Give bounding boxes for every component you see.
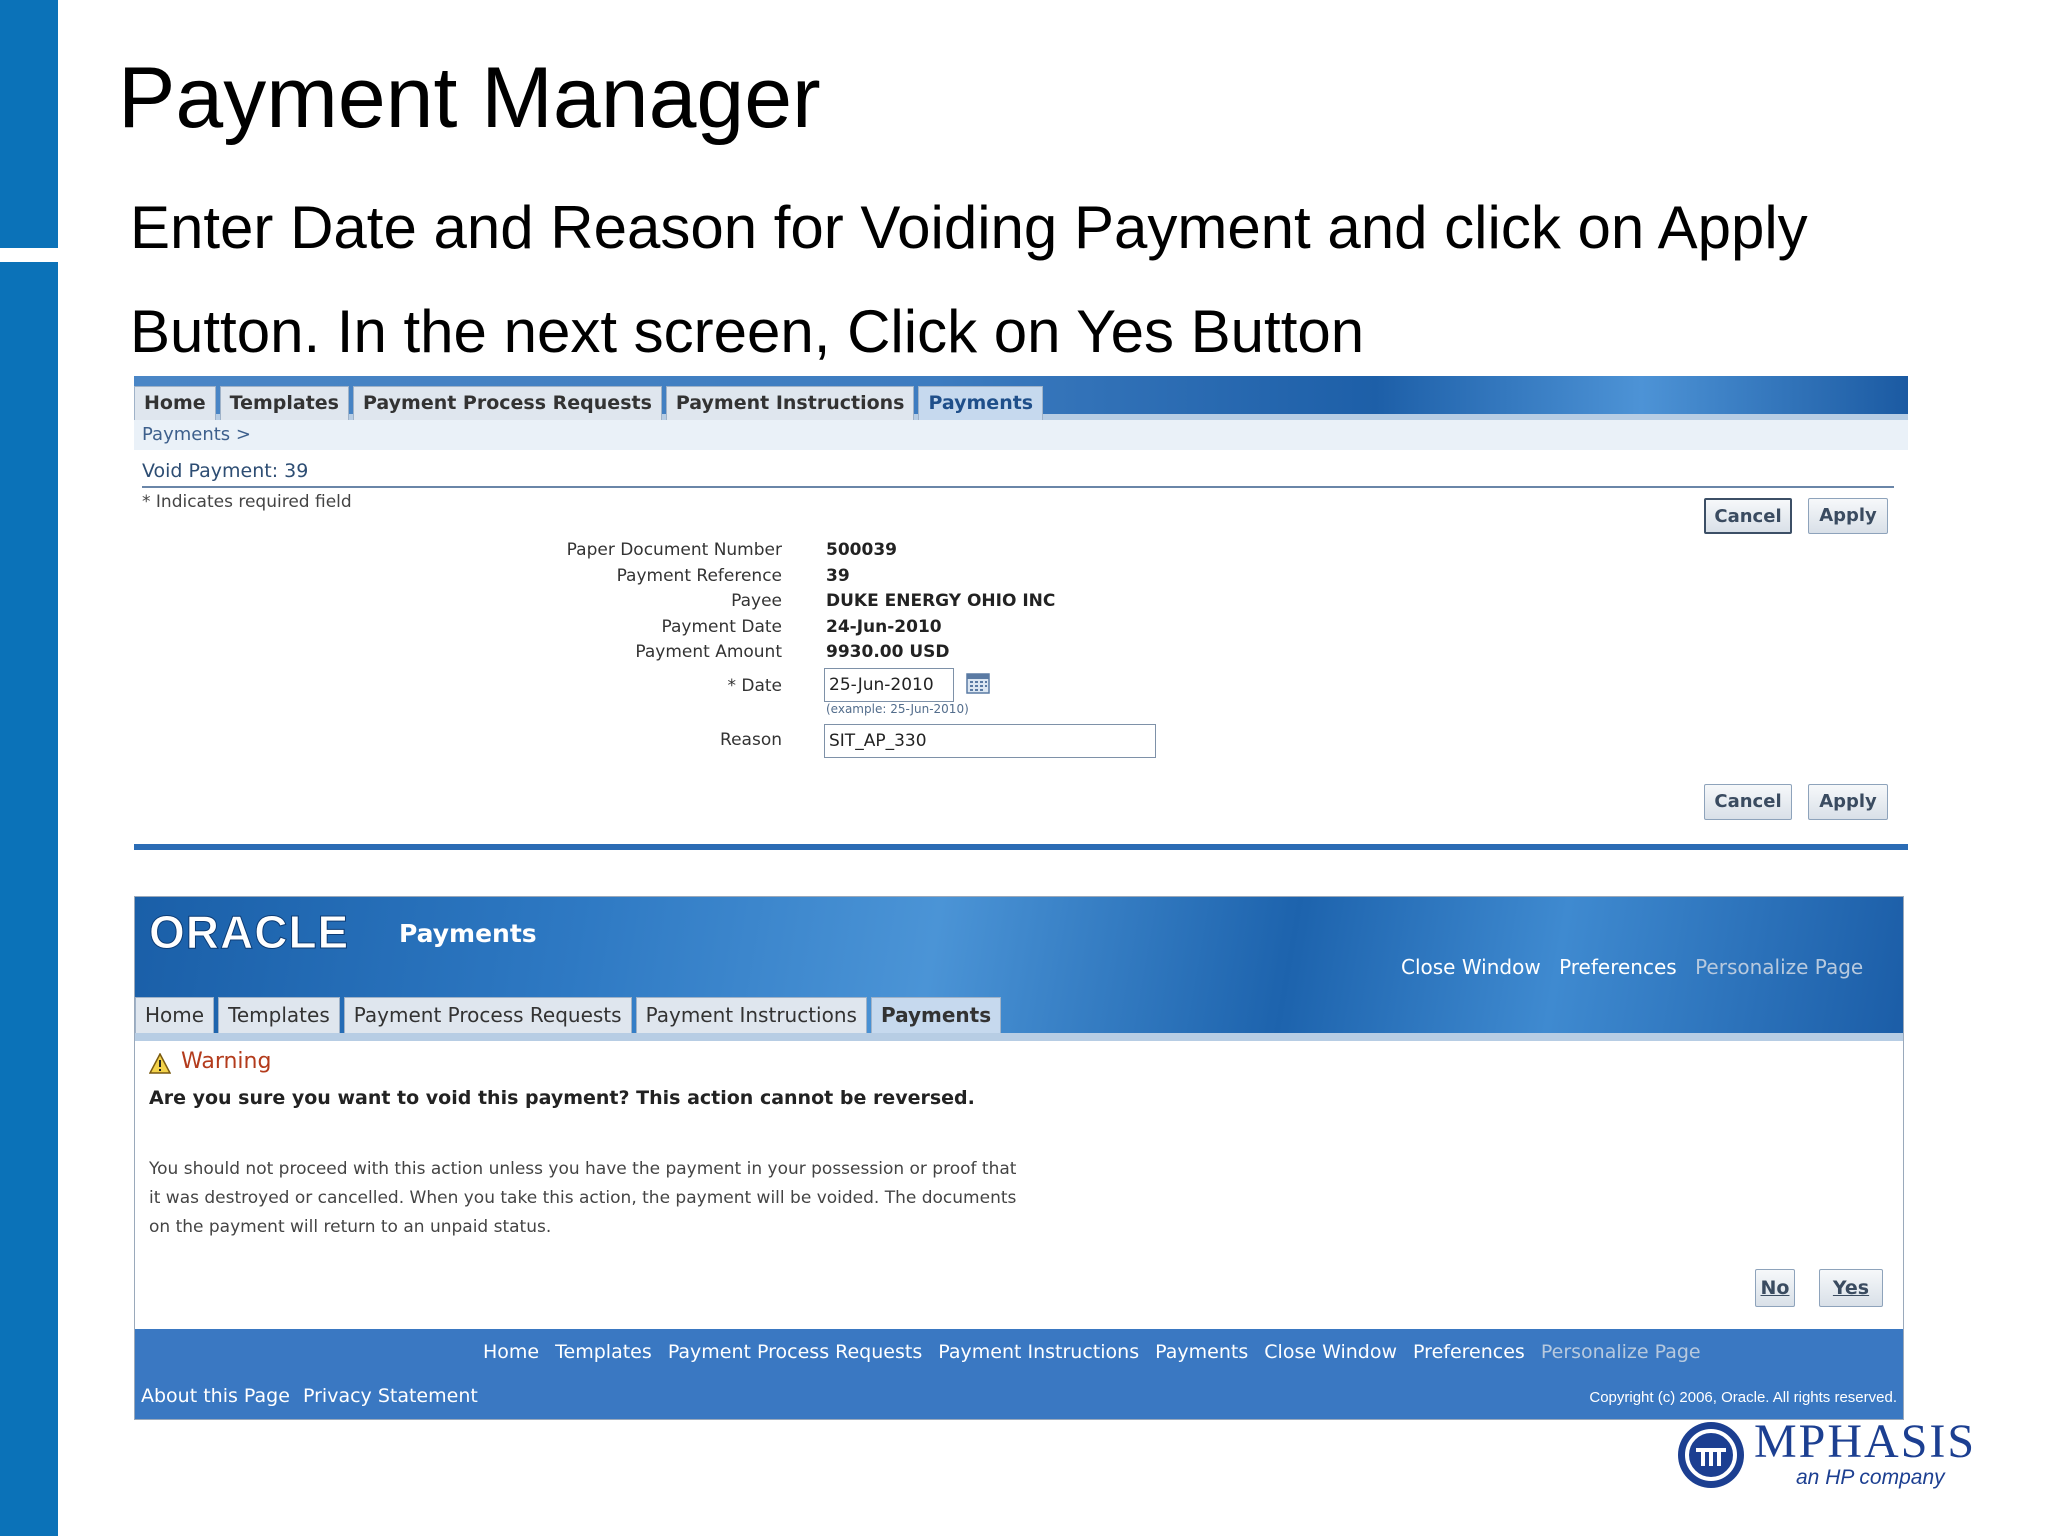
tab-payment-process-requests[interactable]: Payment Process Requests bbox=[343, 997, 632, 1033]
company-name: MPHASIS bbox=[1754, 1415, 1977, 1468]
reason-input[interactable]: SIT_AP_330 bbox=[824, 724, 1156, 758]
void-confirmation-screenshot: ORACLE Payments Close Window Preferences… bbox=[134, 896, 1904, 1420]
footer-link-payment-instructions[interactable]: Payment Instructions bbox=[938, 1341, 1139, 1363]
yes-button[interactable]: Yes bbox=[1819, 1269, 1883, 1307]
instruction-line-1: Enter Date and Reason for Voiding Paymen… bbox=[130, 194, 1808, 261]
footer-link-preferences[interactable]: Preferences bbox=[1413, 1341, 1525, 1363]
tab-templates[interactable]: Templates bbox=[219, 386, 349, 420]
paper-document-number-label: Paper Document Number bbox=[566, 540, 782, 560]
close-window-link[interactable]: Close Window bbox=[1401, 955, 1541, 979]
warning-title: Warning bbox=[181, 1049, 272, 1074]
breadcrumb[interactable]: Payments > bbox=[142, 424, 251, 445]
apply-button-top[interactable]: Apply bbox=[1808, 498, 1888, 534]
mphasis-logo-icon bbox=[1678, 1422, 1744, 1488]
footer: Home Templates Payment Process Requests … bbox=[135, 1329, 1903, 1419]
oracle-header: ORACLE Payments Close Window Preferences… bbox=[135, 897, 1903, 1041]
slide-accent-bar-top bbox=[0, 0, 58, 248]
paper-document-number-value: 500039 bbox=[826, 540, 897, 560]
preferences-link[interactable]: Preferences bbox=[1559, 955, 1677, 979]
date-format-tip: (example: 25-Jun-2010) bbox=[826, 702, 969, 716]
void-payment-screenshot: Home Templates Payment Process Requests … bbox=[134, 376, 1908, 850]
payment-amount-value: 9930.00 USD bbox=[826, 642, 950, 662]
tab-payment-instructions[interactable]: Payment Instructions bbox=[635, 997, 867, 1033]
footer-links: Home Templates Payment Process Requests … bbox=[483, 1341, 1711, 1363]
footer-link-home[interactable]: Home bbox=[483, 1341, 539, 1363]
footer-link-personalize-page[interactable]: Personalize Page bbox=[1541, 1341, 1701, 1363]
footer-link-templates[interactable]: Templates bbox=[555, 1341, 652, 1363]
payee-value: DUKE ENERGY OHIO INC bbox=[826, 591, 1056, 611]
apply-button-bottom[interactable]: Apply bbox=[1808, 784, 1888, 820]
date-label: * Date bbox=[727, 676, 782, 696]
date-input[interactable]: 25-Jun-2010 bbox=[824, 668, 954, 702]
app-name: Payments bbox=[399, 919, 537, 948]
personalize-page-link[interactable]: Personalize Page bbox=[1695, 955, 1863, 979]
payment-date-value: 24-Jun-2010 bbox=[826, 617, 942, 637]
footer-link-payments[interactable]: Payments bbox=[1155, 1341, 1248, 1363]
cancel-button-bottom[interactable]: Cancel bbox=[1704, 784, 1792, 820]
tab-templates[interactable]: Templates bbox=[218, 997, 340, 1033]
tab-home[interactable]: Home bbox=[135, 997, 215, 1033]
no-button[interactable]: No bbox=[1755, 1269, 1795, 1307]
slide-accent-bar-bottom bbox=[0, 262, 58, 1536]
tab-payments[interactable]: Payments bbox=[918, 386, 1044, 420]
breadcrumb-bar: Payments > bbox=[134, 420, 1908, 450]
required-field-note: * Indicates required field bbox=[142, 492, 352, 512]
tab-payments[interactable]: Payments bbox=[870, 997, 1002, 1033]
warning-description: You should not proceed with this action … bbox=[149, 1159, 1017, 1237]
divider bbox=[142, 486, 1894, 488]
payment-date-label: Payment Date bbox=[661, 617, 782, 637]
cancel-button-top[interactable]: Cancel bbox=[1704, 498, 1792, 534]
confirmation-question: Are you sure you want to void this payme… bbox=[149, 1087, 975, 1109]
tab-bar: Home Templates Payment Process Requests … bbox=[134, 376, 1908, 420]
footer-link-payment-process-requests[interactable]: Payment Process Requests bbox=[668, 1341, 922, 1363]
page-title: Void Payment: 39 bbox=[142, 460, 309, 482]
payment-reference-label: Payment Reference bbox=[616, 566, 782, 586]
warning-icon bbox=[149, 1053, 171, 1074]
instruction-line-2: Button. In the next screen, Click on Yes… bbox=[130, 298, 1365, 365]
tab-payment-instructions[interactable]: Payment Instructions bbox=[665, 386, 915, 420]
privacy-statement-link[interactable]: Privacy Statement bbox=[303, 1385, 478, 1407]
payee-label: Payee bbox=[731, 591, 782, 611]
copyright: Copyright (c) 2006, Oracle. All rights r… bbox=[1589, 1389, 1897, 1406]
reason-label: Reason bbox=[720, 730, 782, 750]
calendar-icon[interactable] bbox=[966, 672, 990, 694]
company-tagline: an HP company bbox=[1796, 1466, 1945, 1489]
footer-link-close-window[interactable]: Close Window bbox=[1264, 1341, 1397, 1363]
payment-amount-label: Payment Amount bbox=[635, 642, 782, 662]
global-links: Close Window Preferences Personalize Pag… bbox=[1401, 955, 1875, 979]
tab-payment-process-requests[interactable]: Payment Process Requests bbox=[352, 386, 662, 420]
payment-reference-value: 39 bbox=[826, 566, 850, 586]
tab-home[interactable]: Home bbox=[134, 386, 216, 420]
oracle-logo: ORACLE bbox=[148, 906, 350, 959]
slide-title: Payment Manager bbox=[118, 50, 821, 146]
about-this-page-link[interactable]: About this Page bbox=[141, 1385, 290, 1407]
